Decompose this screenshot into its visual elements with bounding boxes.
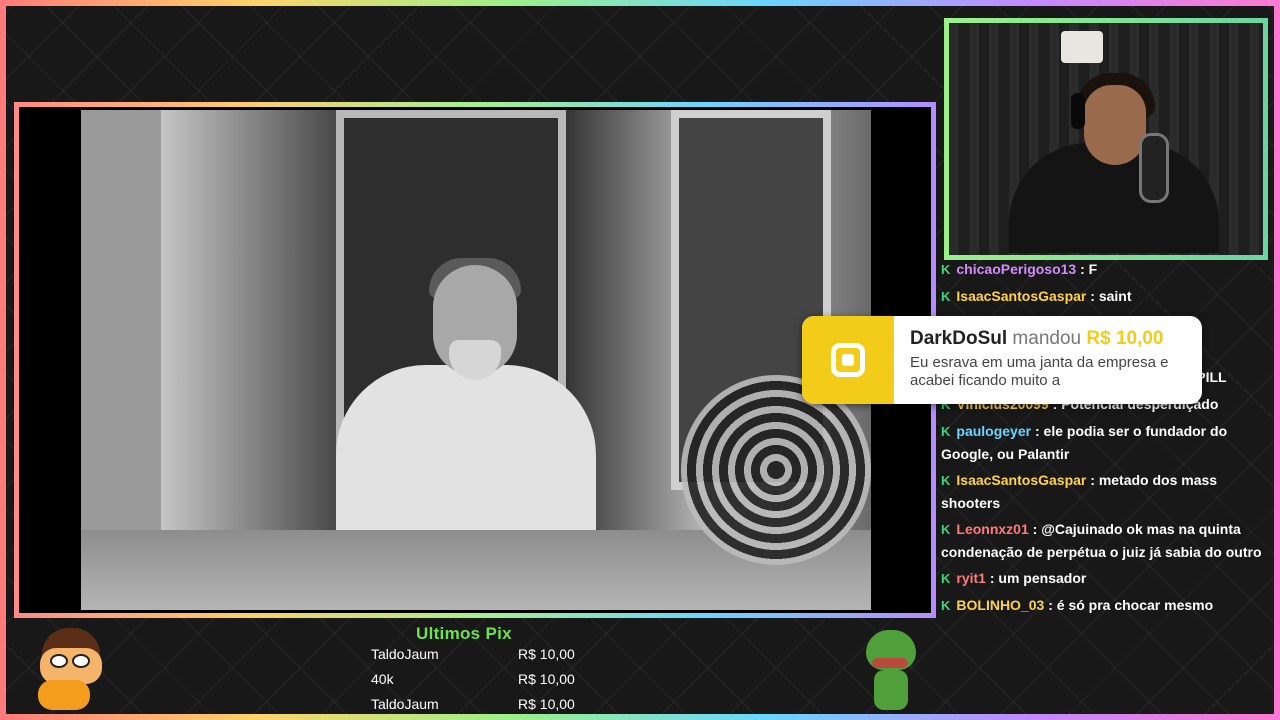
pix-row: TaldoJaum R$ 10,00	[371, 696, 581, 718]
alert-donor-name: DarkDoSul	[910, 328, 1008, 349]
chat-message: K IsaacSantosGaspar : saint	[941, 285, 1270, 308]
kick-badge-icon: K	[941, 598, 951, 613]
chat-username[interactable]: ryit1	[956, 570, 986, 586]
chat-username[interactable]: IsaacSantosGaspar	[956, 472, 1086, 488]
alert-verb: mandou	[1012, 328, 1082, 349]
kick-badge-icon: K	[941, 522, 951, 537]
pix-value: R$ 10,00	[518, 671, 575, 687]
pix-donor: TaldoJaum	[371, 646, 439, 662]
pix-value: R$ 10,00	[518, 696, 575, 712]
chat-message: Kpaulogeyer : ele podia ser o fundador d…	[941, 423, 1228, 462]
chat-message: Kryit1 : um pensador	[941, 567, 1270, 590]
webcam-feed	[949, 23, 1263, 255]
pix-logo-icon	[831, 343, 865, 377]
pix-value: R$ 10,00	[518, 646, 575, 662]
chat-username[interactable]: Leonnxz01	[956, 521, 1028, 537]
pix-row: TaldoJaum R$ 10,00	[371, 646, 581, 668]
chat-username[interactable]: BOLINHO_03	[956, 597, 1044, 613]
cartoon-streamer-mascot-icon	[28, 628, 108, 712]
chat-message: KchicaoPerigoso13 : F	[941, 258, 1270, 281]
chat-message: K Leonnxz01 : @Cajuinado ok mas na quinta…	[941, 521, 1262, 560]
microphone-icon	[1139, 133, 1169, 203]
chat-text: saint	[1098, 288, 1132, 304]
donation-alert: DarkDoSul mandou R$ 10,00 Eu esravа em u…	[802, 316, 1202, 404]
chat-text: F	[1088, 261, 1098, 277]
chat-username[interactable]: chicaoPerigoso13	[956, 261, 1076, 277]
kick-badge-icon: K	[941, 424, 951, 439]
main-video-frame	[14, 102, 936, 618]
chat-username[interactable]: paulogeyer	[956, 423, 1031, 439]
chat-message: K BOLINHO_03 : é só pra chocar mesmo	[941, 594, 1270, 617]
chat-text: um pensador	[998, 570, 1087, 586]
alert-brand-panel	[802, 316, 894, 404]
alert-amount: R$ 10,00	[1086, 328, 1164, 349]
last-pix-title: Ultimos Pix	[416, 624, 512, 643]
webcam-frame	[944, 18, 1268, 260]
pepe-frog-icon	[860, 630, 922, 710]
pix-donor: TaldoJaum	[371, 696, 439, 712]
documentary-photo	[81, 110, 871, 610]
alert-title: DarkDoSul mandou R$ 10,00	[910, 328, 1164, 350]
chat-message: K IsaacSantosGaspar : metado dos mass sho…	[941, 472, 1218, 511]
kick-badge-icon: K	[941, 571, 951, 586]
main-video	[19, 107, 931, 613]
pix-donor: 40k	[371, 671, 394, 687]
pix-row: 40k R$ 10,00	[371, 671, 581, 693]
kick-badge-icon: K	[941, 262, 951, 277]
chat-username[interactable]: IsaacSantosGaspar	[956, 288, 1086, 304]
chat-text: é só pra chocar mesmo	[1056, 597, 1214, 613]
kick-badge-icon: K	[941, 473, 951, 488]
alert-message: Eu esravа em uma janta da empresa e acab…	[910, 354, 1169, 389]
kick-badge-icon: K	[941, 289, 951, 304]
